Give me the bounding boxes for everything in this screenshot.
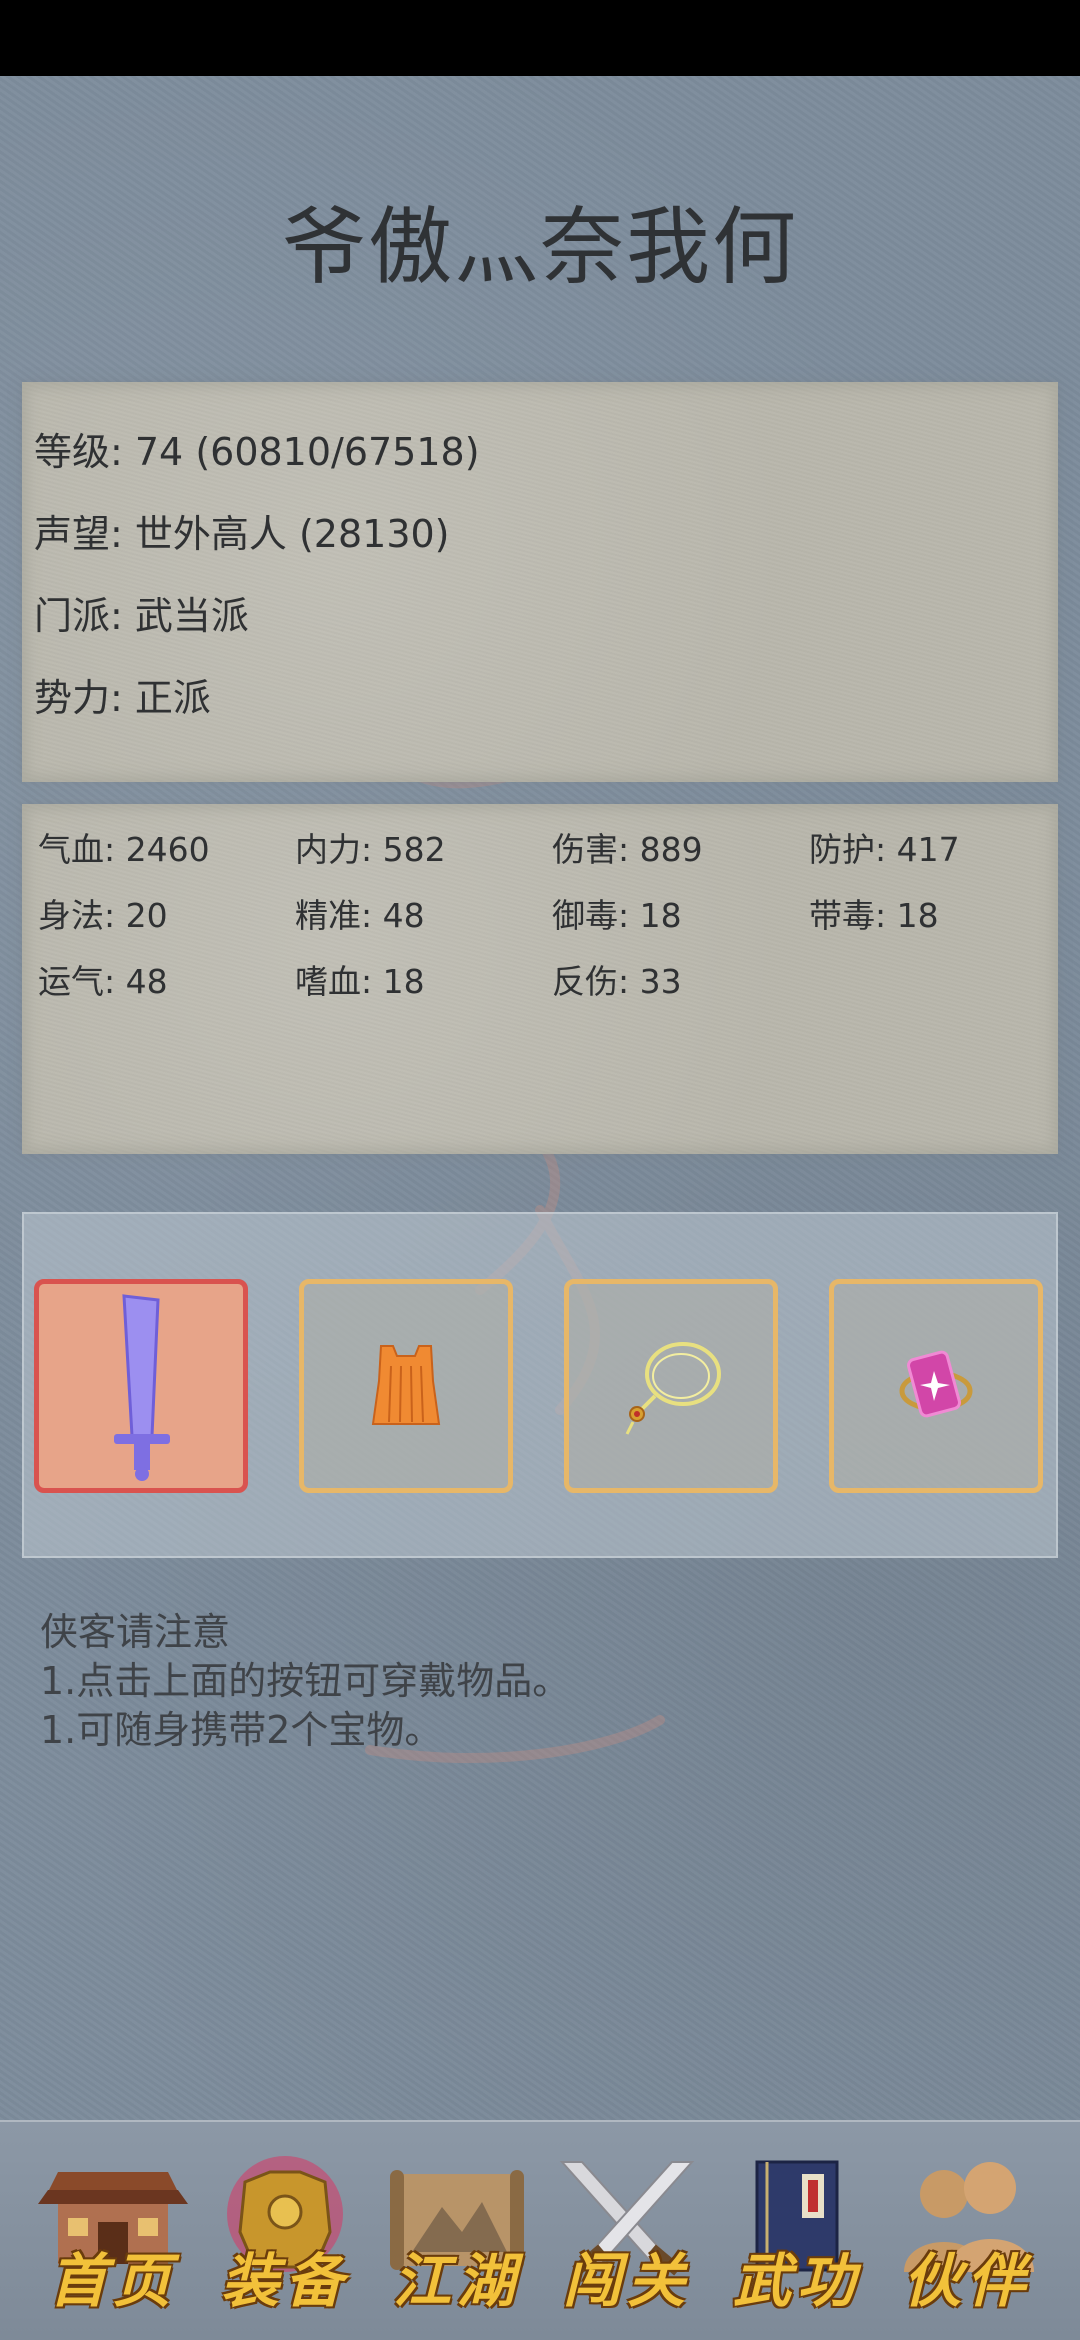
nav-label-challenge: 闯关 (562, 2247, 691, 2315)
stat-hp: 气血: 2460 (38, 830, 210, 869)
note-line-2: 1.可随身携带2个宝物。 (40, 1708, 443, 1752)
armor-vest-icon (371, 1345, 441, 1425)
bottom-navigation: 首页 装备 江湖 闯关 武功 伙伴 (0, 2120, 1080, 2340)
nav-item-companions[interactable]: 伙伴 (882, 2152, 1052, 2315)
stat-reflect: 反伤: 33 (552, 962, 682, 1001)
nav-item-equipment[interactable]: 装备 (200, 2152, 370, 2315)
nav-label-equipment: 装备 (220, 2247, 349, 2315)
notes-section: 侠客请注意 1.点击上面的按钮可穿戴物品。 1.可随身携带2个宝物。 (40, 1608, 1040, 1755)
nav-item-home[interactable]: 首页 (28, 2152, 198, 2315)
note-line-1: 1.点击上面的按钮可穿戴物品。 (40, 1659, 571, 1703)
stat-accuracy: 精准: 48 (295, 896, 425, 935)
nav-item-world[interactable]: 江湖 (372, 2152, 542, 2315)
character-info-panel: 等级: 74 (60810/67518) 声望: 世外高人 (28130) 门派… (22, 382, 1058, 782)
sword-icon (114, 1294, 170, 1481)
notes-heading: 侠客请注意 (40, 1610, 231, 1654)
stat-poison: 带毒: 18 (809, 896, 939, 935)
gem-ring-icon (899, 1350, 973, 1418)
equipment-panel (22, 1212, 1058, 1558)
equipment-slot-armor[interactable] (299, 1279, 513, 1493)
stat-lifesteal: 嗜血: 18 (295, 962, 425, 1001)
equipment-slot-weapon[interactable] (34, 1279, 248, 1493)
stat-defense: 防护: 417 (809, 830, 960, 869)
sect-text: 门派: 武当派 (34, 594, 249, 638)
reputation-text: 声望: 世外高人 (28130) (34, 512, 450, 556)
attribute-stats-panel: 气血: 2460 内力: 582 伤害: 889 防护: 417 身法: 20 … (22, 804, 1058, 1154)
faction-text: 势力: 正派 (34, 676, 211, 720)
nav-label-companions: 伙伴 (902, 2247, 1031, 2315)
nav-label-martial-arts: 武功 (732, 2247, 861, 2315)
stat-poison-resist: 御毒: 18 (552, 896, 682, 935)
stat-agility: 身法: 20 (38, 896, 168, 935)
equipment-slot-treasure[interactable] (829, 1279, 1043, 1493)
stat-inner-power: 内力: 582 (295, 830, 446, 869)
page-title: 爷傲灬奈我何 (281, 198, 798, 296)
stat-damage: 伤害: 889 (552, 830, 703, 869)
stat-luck: 运气: 48 (38, 962, 168, 1001)
status-bar (0, 0, 1080, 76)
necklace-icon (625, 1342, 721, 1435)
nav-item-martial-arts[interactable]: 武功 (712, 2152, 882, 2315)
nav-label-home: 首页 (48, 2247, 177, 2315)
equipment-slot-necklace[interactable] (564, 1279, 778, 1493)
level-text: 等级: 74 (60810/67518) (34, 430, 480, 474)
nav-item-challenge[interactable]: 闯关 (542, 2152, 712, 2315)
nav-label-world: 江湖 (392, 2247, 521, 2315)
